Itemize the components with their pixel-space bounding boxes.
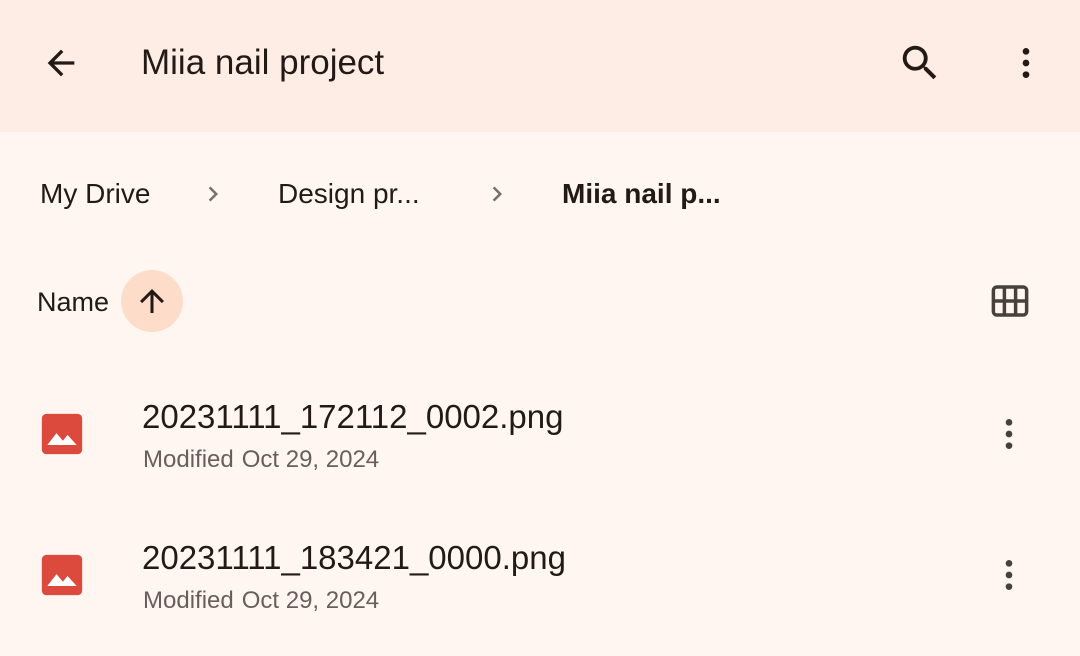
file-list-item[interactable]: 20231111_172112_0002.png Modified Oct 29,… [0,365,1080,505]
more-vert-icon [1005,419,1013,449]
breadcrumb-item-my-drive[interactable]: My Drive [40,176,150,212]
sort-bar: Name [0,265,1080,337]
breadcrumb-item-current-folder[interactable]: Miia nail p... [562,176,721,212]
chevron-right-icon [492,186,502,202]
more-vert-icon [1005,560,1013,590]
file-more-options-button[interactable] [973,539,1045,611]
modified-date: Oct 29, 2024 [241,446,380,473]
image-file-icon [41,413,83,455]
chevron-right-icon [208,186,218,202]
file-name: 20231111_183421_0000.png [142,539,566,576]
file-modified-info: Modified Oct 29, 2024 [143,445,379,475]
sort-direction-button[interactable] [121,270,183,332]
more-options-button[interactable] [990,27,1062,99]
page-title: Miia nail project [141,43,385,82]
image-file-icon [41,554,83,596]
modified-label: Modified [143,587,234,614]
file-name: 20231111_172112_0002.png [142,398,564,435]
file-list-item[interactable]: 20231111_183421_0000.png Modified Oct 29,… [0,506,1080,646]
arrow-back-icon [47,49,75,77]
search-icon [902,45,937,80]
top-app-bar: Miia nail project [0,0,1080,132]
drive-folder-screen: Miia nail project My Drive Design pr... … [0,0,1080,656]
arrow-upward-icon [140,289,164,313]
breadcrumb: My Drive Design pr... Miia nail p... [0,160,1080,230]
file-modified-info: Modified Oct 29, 2024 [143,586,379,616]
file-more-options-button[interactable] [973,398,1045,470]
grid-view-button[interactable] [974,265,1046,337]
search-button[interactable] [884,27,956,99]
grid-view-icon [991,285,1029,317]
modified-label: Modified [143,446,234,473]
back-button[interactable] [25,27,97,99]
sort-by-name-button[interactable]: Name [37,285,109,319]
modified-date: Oct 29, 2024 [241,587,380,614]
breadcrumb-item-design-project[interactable]: Design pr... [278,176,420,212]
more-vert-icon [1022,48,1030,78]
